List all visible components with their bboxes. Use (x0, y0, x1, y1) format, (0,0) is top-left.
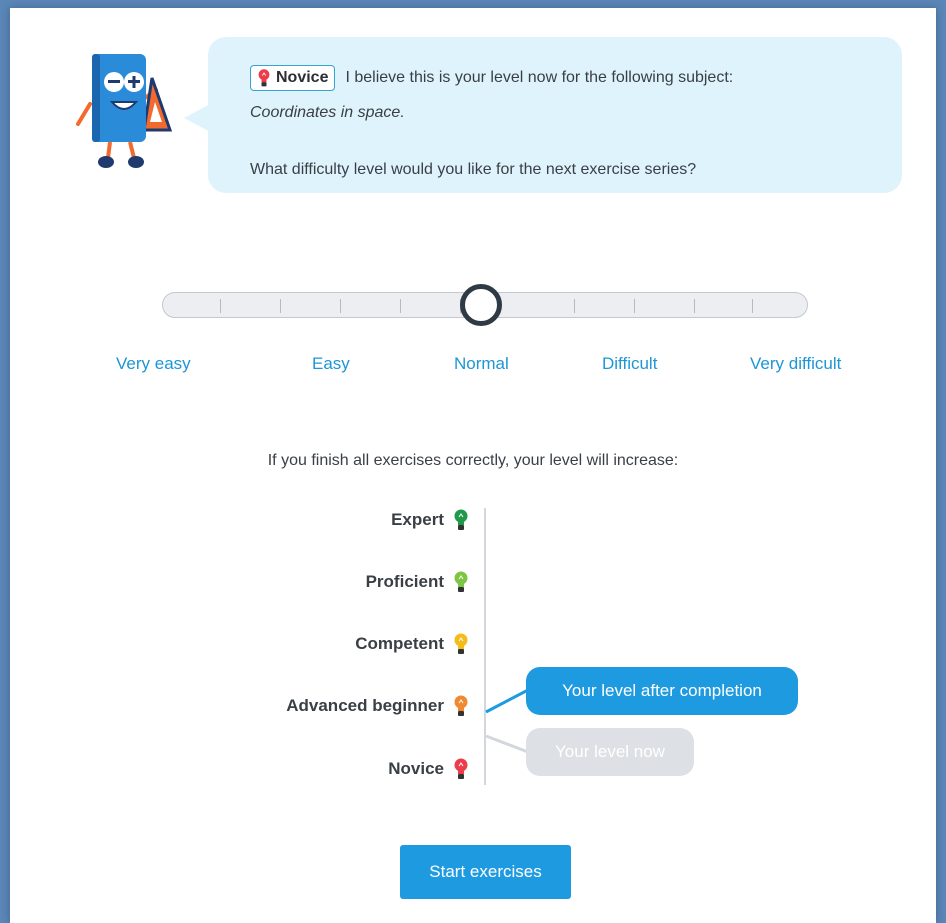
difficulty-option-difficult[interactable]: Difficult (602, 354, 657, 374)
current-level-badge-label: Novice (276, 69, 329, 86)
slider-tick (400, 299, 401, 313)
difficulty-option-very-difficult[interactable]: Very difficult (750, 354, 841, 374)
slider-tick (574, 299, 575, 313)
bubble-question: What difficulty level would you like for… (250, 161, 697, 178)
level-name: Advanced beginner (286, 696, 444, 715)
level-now-pill: Your level now (526, 728, 694, 776)
difficulty-slider-thumb[interactable] (460, 284, 502, 326)
level-name: Proficient (365, 572, 444, 591)
slider-tick (220, 299, 221, 313)
red-lightbulb-icon (454, 758, 468, 779)
difficulty-option-very-easy[interactable]: Very easy (116, 354, 191, 374)
speech-bubble-tail (184, 104, 210, 132)
level-row-novice: Novice (210, 757, 470, 781)
level-row-competent: Competent (210, 632, 470, 656)
slider-tick (752, 299, 753, 313)
red-lightbulb-icon (258, 69, 270, 87)
slider-tick (280, 299, 281, 313)
slider-tick (634, 299, 635, 313)
bubble-subject: Coordinates in space. (250, 104, 405, 121)
level-name: Novice (388, 759, 444, 778)
level-increase-info: If you finish all exercises correctly, y… (267, 452, 679, 469)
bubble-message-line: Novice I believe this is your level now … (250, 65, 733, 91)
green-lightbulb-icon (454, 509, 468, 530)
level-name: Competent (355, 634, 444, 653)
bubble-message: I believe this is your level now for the… (345, 69, 734, 86)
start-exercises-button[interactable]: Start exercises (400, 845, 571, 899)
level-after-completion-pill: Your level after completion (526, 667, 798, 715)
slider-tick (340, 299, 341, 313)
level-name: Expert (391, 510, 444, 529)
speech-bubble: Novice I believe this is your level now … (208, 37, 902, 193)
lightgreen-lightbulb-icon (454, 571, 468, 592)
exercise-panel: Novice I believe this is your level now … (10, 8, 936, 923)
slider-tick (694, 299, 695, 313)
level-row-expert: Expert (210, 508, 470, 532)
level-row-advanced-beginner: Advanced beginner (210, 694, 470, 718)
difficulty-option-easy[interactable]: Easy (312, 354, 350, 374)
level-row-proficient: Proficient (210, 570, 470, 594)
current-level-badge: Novice (250, 65, 336, 91)
after-completion-connector (485, 688, 529, 714)
difficulty-option-normal[interactable]: Normal (454, 354, 509, 374)
level-now-connector (485, 734, 529, 754)
mascot-illustration (76, 54, 173, 168)
yellow-lightbulb-icon (454, 633, 468, 654)
orange-lightbulb-icon (454, 695, 468, 716)
